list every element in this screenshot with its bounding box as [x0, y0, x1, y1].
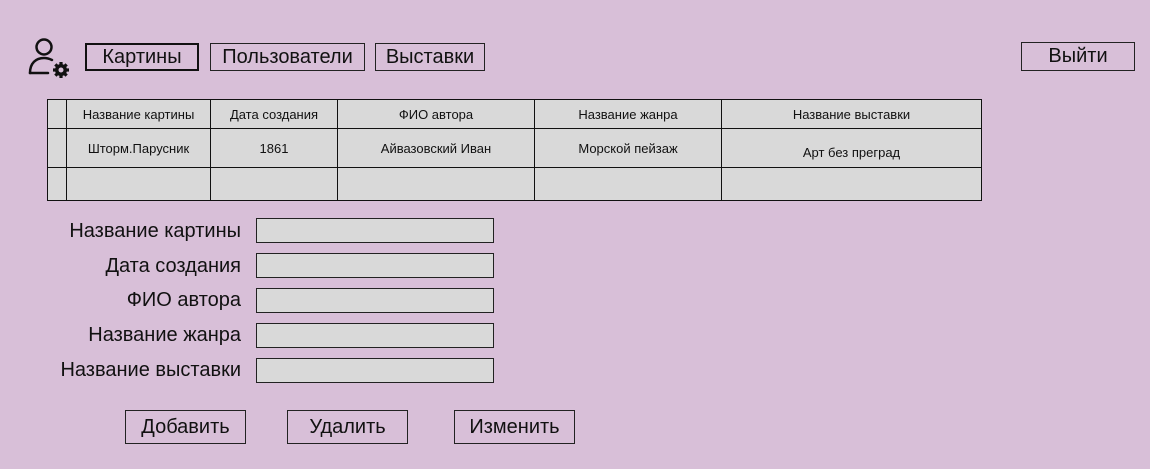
- author-name-input[interactable]: [256, 288, 494, 313]
- paintings-table: Название картины Дата создания ФИО автор…: [47, 99, 982, 201]
- table-cell[interactable]: [66, 167, 211, 201]
- table-header-cell[interactable]: Название жанра: [534, 99, 722, 129]
- table-cell[interactable]: [47, 128, 67, 168]
- table-header-cell[interactable]: ФИО автора: [337, 99, 535, 129]
- painting-name-input[interactable]: [256, 218, 494, 243]
- table-row[interactable]: Шторм.Парусник 1861 Айвазовский Иван Мор…: [47, 128, 982, 168]
- table-row[interactable]: [47, 167, 982, 201]
- logout-button[interactable]: Выйти: [1021, 42, 1135, 71]
- genre-name-label: Название жанра: [88, 324, 241, 346]
- exhibition-name-label: Название выставки: [60, 359, 241, 381]
- table-cell[interactable]: [721, 167, 982, 201]
- table-cell[interactable]: Арт без преград: [721, 128, 982, 168]
- delete-button[interactable]: Удалить: [287, 410, 408, 444]
- table-cell[interactable]: [534, 167, 722, 201]
- table-header-cell: [47, 99, 67, 129]
- tab-exhibitions[interactable]: Выставки: [375, 43, 485, 71]
- genre-name-input[interactable]: [256, 323, 494, 348]
- table-header-cell[interactable]: Название картины: [66, 99, 211, 129]
- table-cell[interactable]: Шторм.Парусник: [66, 128, 211, 168]
- creation-date-label: Дата создания: [105, 255, 241, 277]
- exhibition-name-input[interactable]: [256, 358, 494, 383]
- add-button[interactable]: Добавить: [125, 410, 246, 444]
- table-cell[interactable]: Айвазовский Иван: [337, 128, 535, 168]
- creation-date-input[interactable]: [256, 253, 494, 278]
- tab-paintings[interactable]: Картины: [85, 43, 199, 71]
- painting-name-label: Название картины: [69, 220, 241, 242]
- table-header-cell[interactable]: Дата создания: [210, 99, 338, 129]
- author-name-label: ФИО автора: [126, 289, 241, 311]
- table-cell[interactable]: 1861: [210, 128, 338, 168]
- table-cell[interactable]: Морской пейзаж: [534, 128, 722, 168]
- table-header-row: Название картины Дата создания ФИО автор…: [47, 99, 982, 129]
- edit-button[interactable]: Изменить: [454, 410, 575, 444]
- table-cell[interactable]: [47, 167, 67, 201]
- tab-users[interactable]: Пользователи: [210, 43, 365, 71]
- user-settings-icon: [26, 37, 72, 79]
- table-header-cell[interactable]: Название выставки: [721, 99, 982, 129]
- table-cell[interactable]: [337, 167, 535, 201]
- table-cell[interactable]: [210, 167, 338, 201]
